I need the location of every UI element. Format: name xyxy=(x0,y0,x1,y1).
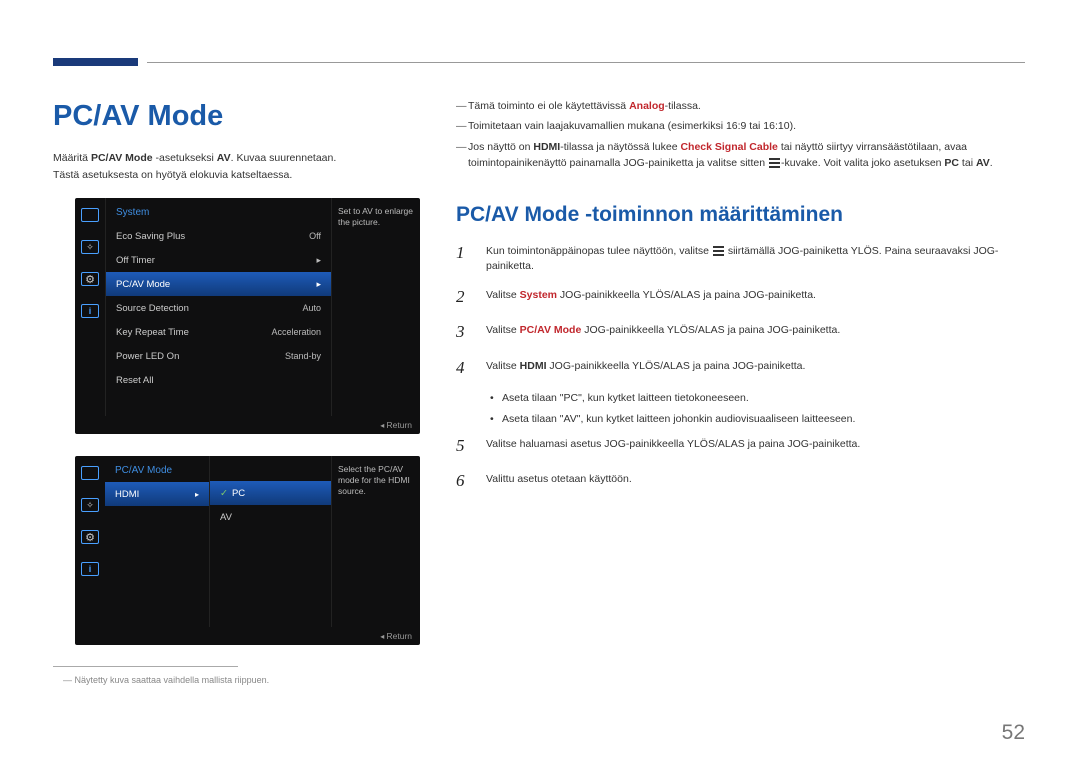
analog-label: Analog xyxy=(629,100,665,112)
step-text: Valitse PC/AV Mode JOG-painikkeella YLÖS… xyxy=(486,319,1025,339)
step-text: Valitse haluamasi asetus JOG-painikkeell… xyxy=(486,433,1025,453)
osd-row: Off Timer▸ xyxy=(106,248,331,272)
footnote-text: ― Näytetty kuva saattaa vaihdella mallis… xyxy=(63,675,269,685)
bullet-list: Aseta tilaan "PC", kun kytket laitteen t… xyxy=(490,390,1025,428)
bullet-item: Aseta tilaan "PC", kun kytket laitteen t… xyxy=(490,390,1025,406)
intro-bold: AV xyxy=(217,152,231,164)
osd-row-hdmi: HDMI ▸ xyxy=(105,482,209,506)
osd-menu-list: System Eco Saving PlusOffOff Timer▸PC/AV… xyxy=(105,198,332,416)
step-number: 3 xyxy=(456,319,472,345)
step-text: Valitse System JOG-painikkeella YLÖS/ALA… xyxy=(486,284,1025,304)
osd-hint: Set to AV to enlarge the picture. xyxy=(332,198,420,416)
step-number: 5 xyxy=(456,433,472,459)
osd-left-col: PC/AV Mode HDMI ▸ xyxy=(105,456,210,627)
osd-right-col: ✓PCAV xyxy=(210,456,332,627)
osd-footer: Return xyxy=(75,416,420,434)
intro-text: . Kuvaa suurennetaan. xyxy=(231,152,337,164)
osd-screenshot-pcav: PC/AV Mode HDMI ▸ ✓PCAV Select the PC/AV… xyxy=(75,456,420,645)
info-icon xyxy=(81,304,99,318)
step-number: 6 xyxy=(456,468,472,494)
header-accent-bar xyxy=(53,58,138,66)
menu-icon xyxy=(768,158,781,168)
osd-row: Key Repeat TimeAcceleration xyxy=(106,320,331,344)
note-item: Toimitetaan vain laajakuvamallien mukana… xyxy=(456,118,1025,134)
picture-icon xyxy=(81,240,99,254)
step-number: 4 xyxy=(456,355,472,381)
osd-hint: Select the PC/AV mode for the HDMI sourc… xyxy=(332,456,420,627)
step-row: 3 Valitse PC/AV Mode JOG-painikkeella YLÖ… xyxy=(456,319,1025,345)
menu-icon xyxy=(712,246,725,256)
osd-footer: Return xyxy=(75,627,420,645)
monitor-icon xyxy=(81,208,99,222)
footnote-divider xyxy=(53,666,238,667)
osd-header: PC/AV Mode xyxy=(105,461,209,482)
step-row: 5 Valitse haluamasi asetus JOG-painikkeel… xyxy=(456,433,1025,459)
steps-list-cont: 5 Valitse haluamasi asetus JOG-painikkeel… xyxy=(456,433,1025,495)
return-label: Return xyxy=(380,420,412,430)
osd-row: Eco Saving PlusOff xyxy=(106,224,331,248)
page-title: PC/AV Mode xyxy=(53,100,223,133)
step-number: 1 xyxy=(456,240,472,266)
note-item: Jos näyttö on HDMI-tilassa ja näytössä l… xyxy=(456,139,1025,172)
osd-screenshot-system: System Eco Saving PlusOffOff Timer▸PC/AV… xyxy=(75,198,420,434)
header-divider xyxy=(147,62,1025,63)
intro-bold: PC/AV Mode xyxy=(91,152,153,164)
osd-option: ✓PC xyxy=(210,481,331,505)
intro-line2: Tästä asetuksesta on hyötyä elokuvia kat… xyxy=(53,167,423,184)
steps-list: 1 Kun toimintonäppäinopas tulee näyttöön,… xyxy=(456,240,1025,382)
osd-row: Source DetectionAuto xyxy=(106,296,331,320)
osd-option: AV xyxy=(210,505,331,529)
page-number: 52 xyxy=(1002,721,1025,745)
osd-row: PC/AV Mode▸ xyxy=(106,272,331,296)
step-text: Valittu asetus otetaan käyttöön. xyxy=(486,468,1025,488)
section-title: PC/AV Mode -toiminnon määrittäminen xyxy=(456,199,1025,232)
step-text: Kun toimintonäppäinopas tulee näyttöön, … xyxy=(486,240,1025,276)
picture-icon xyxy=(81,498,99,512)
osd-row: Reset All xyxy=(106,368,331,392)
gear-icon xyxy=(81,272,99,286)
notes-list: Tämä toiminto ei ole käytettävissä Analo… xyxy=(456,98,1025,171)
step-row: 1 Kun toimintonäppäinopas tulee näyttöön,… xyxy=(456,240,1025,276)
gear-icon xyxy=(81,530,99,544)
step-number: 2 xyxy=(456,284,472,310)
step-row: 6 Valittu asetus otetaan käyttöön. xyxy=(456,468,1025,494)
osd-header: System xyxy=(106,203,331,224)
return-label: Return xyxy=(380,631,412,641)
intro-text: Määritä xyxy=(53,152,91,164)
info-icon xyxy=(81,562,99,576)
step-text: Valitse HDMI JOG-painikkeella YLÖS/ALAS … xyxy=(486,355,1025,375)
intro-text: -asetukseksi xyxy=(153,152,217,164)
osd-row: Power LED OnStand-by xyxy=(106,344,331,368)
bullet-item: Aseta tilaan "AV", kun kytket laitteen j… xyxy=(490,411,1025,427)
step-row: 2 Valitse System JOG-painikkeella YLÖS/AL… xyxy=(456,284,1025,310)
right-column: Tämä toiminto ei ole käytettävissä Analo… xyxy=(456,98,1025,503)
step-row: 4 Valitse HDMI JOG-painikkeella YLÖS/ALAS… xyxy=(456,355,1025,381)
monitor-icon xyxy=(81,466,99,480)
note-item: Tämä toiminto ei ole käytettävissä Analo… xyxy=(456,98,1025,114)
intro-block: Määritä PC/AV Mode -asetukseksi AV. Kuva… xyxy=(53,150,423,184)
